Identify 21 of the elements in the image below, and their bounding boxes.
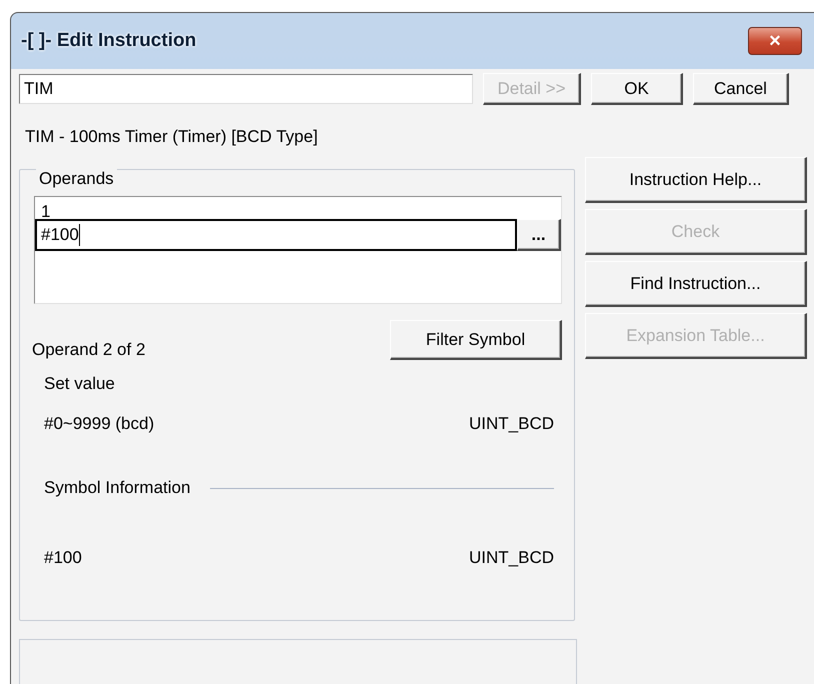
operand-position: Operand 2 of 2 xyxy=(32,340,146,360)
cancel-button[interactable]: Cancel xyxy=(693,73,789,105)
set-value-label: Set value xyxy=(44,374,116,394)
data-type: UINT_BCD xyxy=(468,414,554,434)
operand-row[interactable]: 1 xyxy=(35,197,561,219)
operand-list[interactable]: 1 #100 ... xyxy=(34,196,562,304)
instruction-description: TIM - 100ms Timer (Timer) [BCD Type] xyxy=(25,127,319,147)
group-title: Operands xyxy=(36,169,117,189)
instruction-field[interactable]: TIM xyxy=(19,74,473,104)
ok-button[interactable]: OK xyxy=(591,73,683,105)
operand-input[interactable]: #100 xyxy=(35,219,517,251)
data-type: UINT_BCD xyxy=(468,548,554,568)
set-value-range: #0~9999 (bcd) xyxy=(44,414,154,434)
find-instruction-button[interactable]: Find Instruction... xyxy=(585,261,807,307)
browse-button[interactable]: ... xyxy=(517,219,561,251)
filter-symbol-button[interactable]: Filter Symbol xyxy=(390,320,562,360)
symbol-info-label: Symbol Information xyxy=(44,478,190,498)
symbol-value: #100 xyxy=(44,548,82,568)
window-title: -[ ]- Edit Instruction xyxy=(21,30,198,52)
instruction-help-button[interactable]: Instruction Help... xyxy=(585,157,807,203)
close-button[interactable]: × xyxy=(748,27,802,55)
